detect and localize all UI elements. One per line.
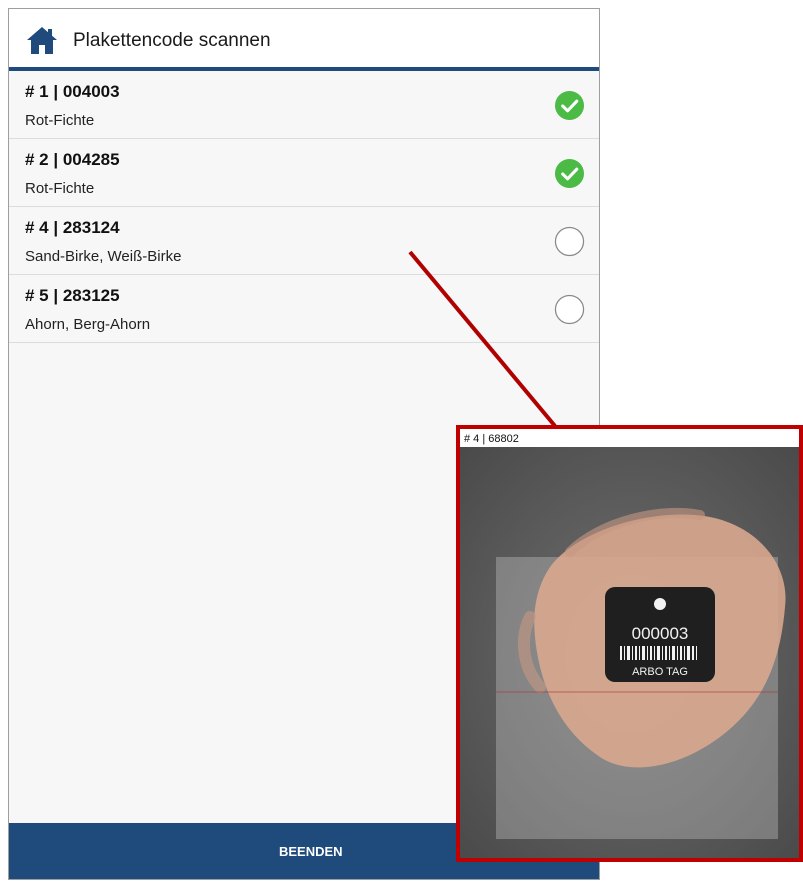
- item-title: # 4 | 283124: [25, 218, 120, 237]
- tag-code: 000003: [632, 624, 689, 643]
- list-item[interactable]: # 1 | 004003 Rot-Fichte: [9, 71, 599, 139]
- item-species: Rot-Fichte: [25, 180, 95, 197]
- tree-tag: 000003 ARBO TAG: [605, 587, 715, 682]
- empty-circle-icon[interactable]: [554, 226, 585, 257]
- scan-list: # 1 | 004003 Rot-Fichte # 2 | 004285 Rot…: [9, 71, 599, 343]
- check-circle-icon[interactable]: [554, 90, 585, 121]
- home-icon[interactable]: [26, 25, 58, 55]
- check-circle-icon[interactable]: [554, 158, 585, 189]
- scanner-caption: # 4 | 68802: [464, 433, 519, 445]
- item-title: # 2 | 004285: [25, 150, 120, 169]
- item-species: Ahorn, Berg-Ahorn: [25, 316, 151, 333]
- empty-circle-icon[interactable]: [554, 294, 585, 325]
- item-species: Sand-Birke, Weiß-Birke: [25, 248, 182, 265]
- list-item[interactable]: # 2 | 004285 Rot-Fichte: [9, 139, 599, 207]
- item-title: # 5 | 283125: [25, 286, 120, 305]
- camera-preview: 000003 ARBO TAG: [460, 447, 799, 858]
- list-item[interactable]: # 4 | 283124 Sand-Birke, Weiß-Birke: [9, 207, 599, 275]
- item-title: # 1 | 004003: [25, 82, 120, 101]
- page-title: Plakettencode scannen: [73, 30, 271, 51]
- list-item[interactable]: # 5 | 283125 Ahorn, Berg-Ahorn: [9, 275, 599, 343]
- app-bar: Plakettencode scannen: [9, 9, 599, 71]
- item-species: Rot-Fichte: [25, 112, 95, 129]
- scanner-preview-callout: # 4 | 68802 000003 ARBO TAG: [456, 425, 803, 862]
- tag-brand: ARBO TAG: [632, 666, 688, 678]
